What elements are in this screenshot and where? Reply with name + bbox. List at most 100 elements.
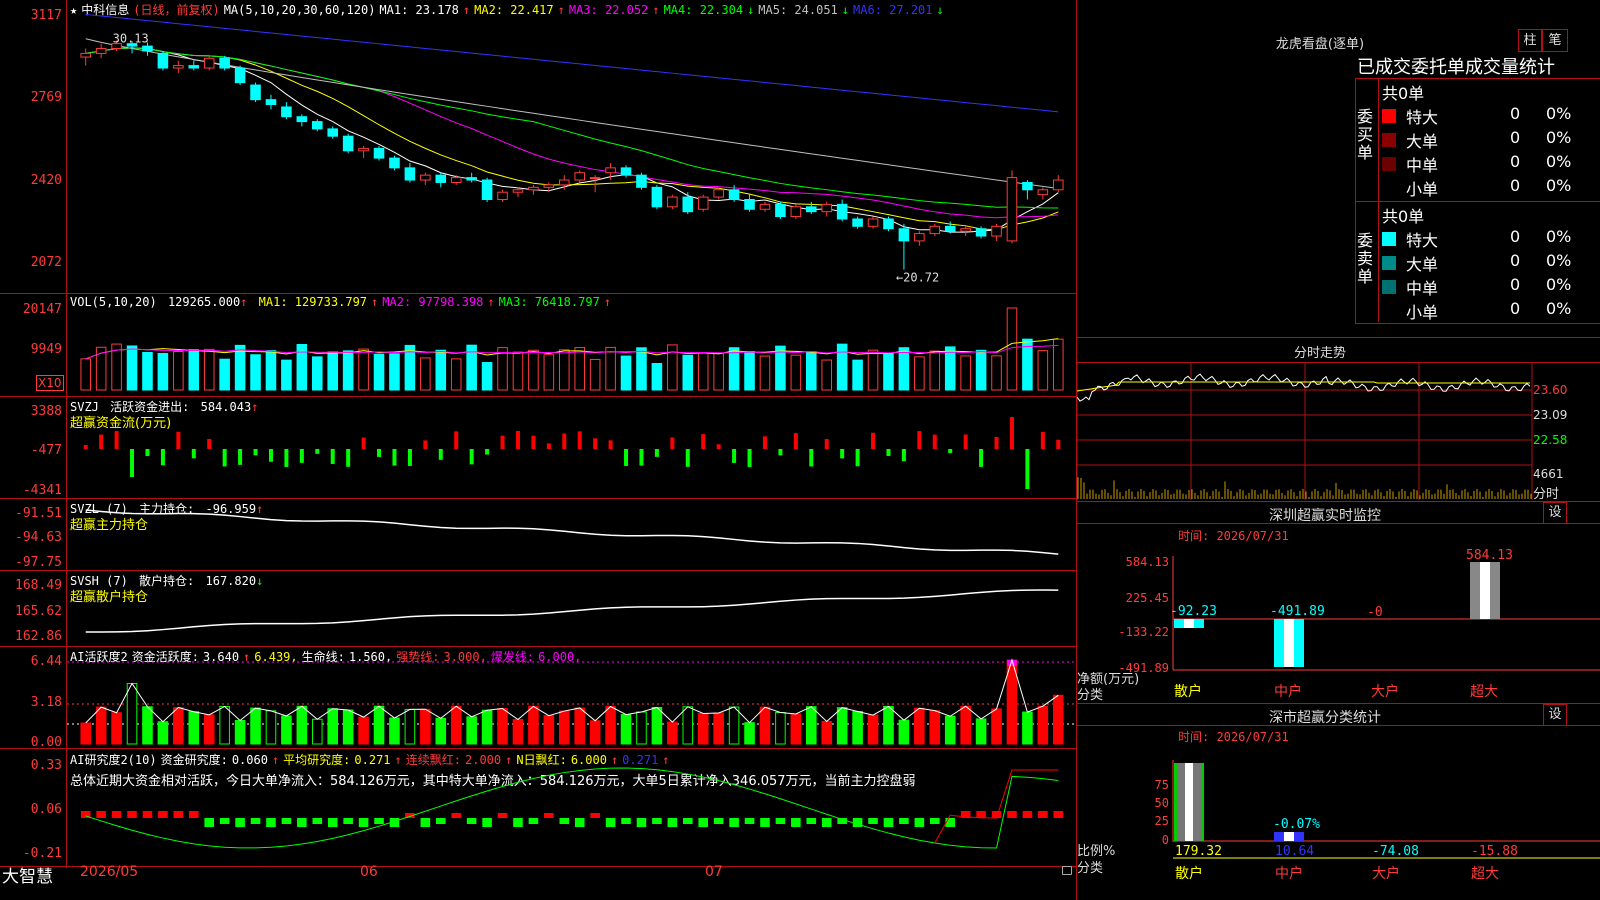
ai-research-bar	[96, 811, 106, 818]
sz-monitor-tick: -133.22	[1118, 625, 1169, 639]
candle-body	[435, 174, 447, 183]
ai-research-bar	[435, 818, 446, 824]
candle-body	[250, 84, 261, 101]
ai-active-bar	[960, 705, 971, 745]
ai-active-bar	[898, 719, 910, 745]
candle-body	[142, 45, 153, 52]
candle-body	[651, 186, 663, 208]
candle-body	[420, 174, 431, 181]
ai-research-bar	[775, 818, 786, 824]
ai-research-bar	[1022, 811, 1033, 818]
svzj-bar	[485, 449, 490, 455]
volume-bar	[713, 352, 724, 391]
candle-body	[697, 196, 709, 210]
volume-bar	[991, 355, 1002, 391]
svzj-bar	[315, 449, 320, 454]
svzj-bar	[639, 449, 644, 466]
volume-bar	[929, 350, 941, 391]
sz-monitor-category: 散户	[1174, 683, 1202, 700]
svzj-bar	[747, 449, 752, 467]
ai-research-bar	[188, 811, 199, 818]
svzj-bar	[160, 449, 165, 466]
ai-research-bar	[667, 818, 678, 827]
candle-body	[929, 225, 941, 235]
svzj-bar	[145, 449, 150, 457]
candle-body	[821, 203, 833, 213]
svzj-bar	[207, 438, 212, 449]
candle-body	[327, 128, 339, 137]
volume-bar	[342, 350, 354, 391]
sz-monitor-tick: 584.13	[1126, 555, 1169, 569]
svzj-bar	[546, 443, 551, 449]
ai-research-bar	[158, 811, 168, 818]
sz-class-value: -15.88	[1471, 844, 1518, 859]
svzj-bar	[407, 449, 412, 466]
candle-body	[173, 65, 184, 69]
main-chart-svg[interactable]: 30.13 ←20.72	[0, 0, 1076, 900]
sz-monitor-category: 大户	[1371, 683, 1399, 700]
sz-monitor-category: 中户	[1274, 683, 1302, 700]
ai-research-bar	[513, 818, 523, 827]
ai-active-bar	[111, 712, 122, 745]
svzj-bar	[222, 449, 227, 467]
low-price-label: ←20.72	[896, 271, 939, 285]
candle-body	[944, 225, 956, 232]
candle-body	[1006, 177, 1018, 242]
ai-research-bar	[482, 818, 492, 827]
ai-research-bar	[204, 818, 215, 827]
svzj-bar	[624, 449, 629, 466]
ma-line	[85, 13, 1059, 113]
svzj-bar	[284, 449, 289, 467]
candle-body	[914, 233, 925, 242]
vol-ma-line	[85, 338, 1059, 360]
ai-research-bar	[343, 818, 353, 824]
candle-body	[1037, 189, 1049, 196]
ai-research-bar	[760, 818, 770, 827]
ai-research-bar	[111, 811, 122, 818]
lock-icon[interactable]	[1062, 866, 1072, 875]
volume-bar	[142, 351, 153, 391]
svzj-bar	[392, 449, 397, 466]
sz-monitor-bar-highlight	[1284, 619, 1294, 667]
volume-bar	[605, 346, 616, 391]
ai-research-bar	[976, 811, 986, 818]
ai-active-bar	[636, 711, 647, 745]
svzj-bar	[83, 445, 88, 449]
ai-research-bar	[729, 818, 739, 827]
ai-research-bar	[652, 818, 662, 824]
candle-body	[682, 196, 694, 213]
ai-active-bar	[589, 720, 601, 745]
volume-bar	[219, 358, 230, 391]
x-tick-label: 2026/05	[80, 864, 139, 880]
app-brand-label[interactable]: 大智慧	[2, 862, 53, 887]
ai-research-bar	[590, 813, 600, 818]
ai-active-bar	[80, 722, 92, 745]
ai-active-bar	[836, 707, 848, 745]
ai-active-bar	[728, 706, 740, 745]
candle-body	[790, 206, 802, 218]
candle-body	[775, 203, 786, 218]
svzj-bar	[840, 449, 845, 459]
svzj-bar	[438, 449, 443, 460]
svzj-bar	[963, 434, 968, 449]
candle-body	[404, 167, 416, 181]
volume-bar	[95, 346, 107, 391]
ai-active-bar	[466, 716, 477, 745]
ai-active-bar	[759, 706, 771, 745]
volume-bar	[944, 346, 956, 391]
candle-body	[898, 228, 910, 242]
volume-bar	[327, 351, 339, 391]
volume-bar	[898, 347, 910, 391]
svzj-bar	[608, 440, 613, 449]
ai-active-bar	[914, 707, 925, 745]
volume-bar	[744, 351, 755, 391]
volume-bar	[558, 349, 570, 391]
ai-active-bar	[805, 706, 817, 745]
ai-research-bar	[868, 818, 878, 824]
high-price-label: 30.13	[113, 31, 149, 45]
svzj-bar	[1040, 431, 1045, 449]
ai-research-bar	[698, 818, 709, 827]
ai-research-bar	[544, 813, 554, 818]
ai-research-bar	[1053, 811, 1064, 818]
volume-bar	[589, 358, 601, 391]
